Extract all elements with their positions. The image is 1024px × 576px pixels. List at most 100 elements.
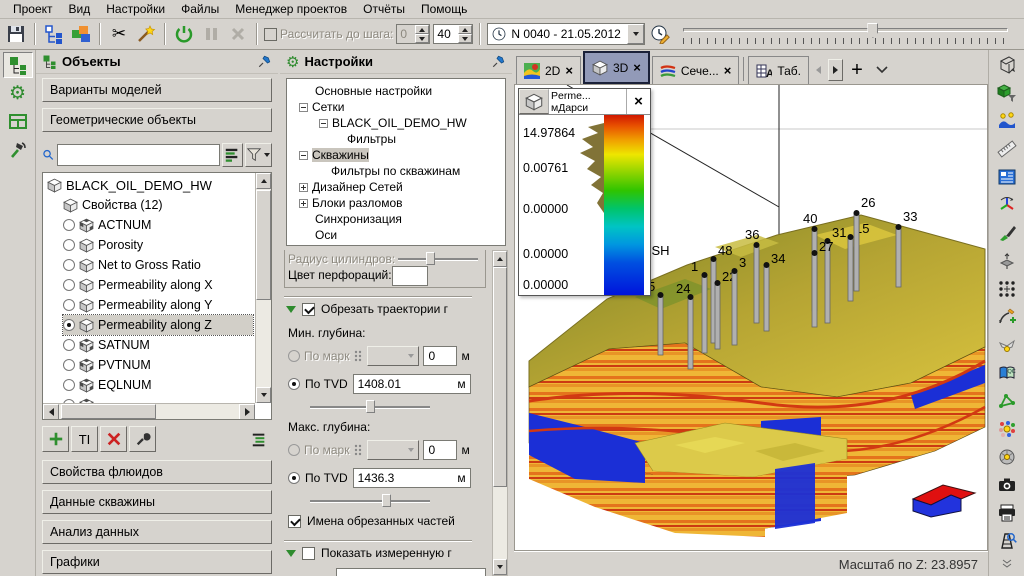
perforation-color-swatch[interactable]: [392, 266, 428, 286]
settings-mode-button[interactable]: ⚙: [3, 80, 33, 106]
polygon-button[interactable]: [992, 388, 1022, 414]
radio-button[interactable]: [63, 279, 75, 291]
print-button[interactable]: [992, 500, 1022, 526]
tree-item-satnum[interactable]: SATNUM: [63, 335, 150, 355]
graphs-button[interactable]: Графики: [42, 550, 272, 574]
settings-item-sync[interactable]: Синхронизация: [287, 211, 505, 227]
viewport-3d[interactable]: 5 24 1 48 22 3 36 34 40 31 27 15 26 33 H…: [514, 84, 988, 551]
fluid-properties-button[interactable]: Свойства флюидов: [42, 460, 272, 484]
pin-icon[interactable]: [257, 54, 272, 69]
calc-to-step-checkbox[interactable]: [264, 28, 277, 41]
settings-item-fault-blocks[interactable]: Блоки разломов: [287, 195, 505, 211]
model-variants-button[interactable]: Варианты моделей: [42, 78, 272, 102]
max-marker-offset-field[interactable]: 0: [423, 440, 457, 460]
max-depth-slider[interactable]: [310, 494, 430, 508]
ruler-button[interactable]: [992, 136, 1022, 162]
legend-toggle-button[interactable]: [992, 164, 1022, 190]
tabs-scroll-left-button[interactable]: [811, 59, 826, 81]
menu-item-view[interactable]: Вид: [62, 1, 98, 17]
section-collapse-icon[interactable]: [286, 550, 296, 557]
settings-item-well-filters[interactable]: Фильтры по скважинам: [287, 163, 505, 179]
tree-item-porosity[interactable]: Porosity: [63, 235, 143, 255]
lighting-button[interactable]: [992, 108, 1022, 134]
menu-item-files[interactable]: Файлы: [174, 1, 226, 17]
data-analysis-button[interactable]: Анализ данных: [42, 520, 272, 544]
objects-mode-button[interactable]: [3, 52, 33, 78]
radio-button[interactable]: [63, 239, 75, 251]
tab-close-icon[interactable]: ×: [633, 60, 641, 75]
tools-mode-button[interactable]: [3, 136, 33, 162]
tab-2d[interactable]: 2D ×: [516, 56, 581, 84]
settings-item-grids[interactable]: Сетки: [287, 99, 505, 115]
grid-filter-button[interactable]: [992, 80, 1022, 106]
add-tab-button[interactable]: +: [845, 59, 869, 81]
well-search-button[interactable]: [992, 528, 1022, 554]
scroll-right-button[interactable]: [239, 404, 255, 420]
radio-button[interactable]: [63, 339, 75, 351]
list-view-button[interactable]: [245, 426, 272, 452]
geometric-objects-button[interactable]: Геометрические объекты: [42, 108, 272, 132]
settings-scrollbar[interactable]: [492, 250, 508, 576]
tree-root-row[interactable]: BLACK_OIL_DEMO_HW: [47, 175, 212, 195]
move-3d-button[interactable]: [992, 248, 1022, 274]
scroll-thumb[interactable]: [61, 404, 156, 419]
tabs-scroll-right-button[interactable]: [828, 59, 843, 81]
tab-table[interactable]: A Таб.: [748, 56, 809, 84]
plugins-button[interactable]: [69, 22, 93, 46]
section-collapse-icon[interactable]: [286, 306, 296, 313]
max-by-tvd-radio[interactable]: [288, 472, 300, 484]
scroll-thumb[interactable]: [256, 190, 271, 300]
wizard-button[interactable]: [134, 22, 158, 46]
slider-thumb[interactable]: [366, 400, 375, 413]
object-settings-button[interactable]: [129, 426, 156, 452]
min-marker-offset-field[interactable]: 0: [423, 346, 457, 366]
scroll-left-button[interactable]: [43, 404, 59, 420]
screenshot-button[interactable]: [992, 472, 1022, 498]
collapse-icon[interactable]: [319, 119, 328, 128]
tab-section[interactable]: Сече... ×: [652, 56, 739, 84]
menu-item-project-manager[interactable]: Менеджер проектов: [228, 1, 354, 17]
pause-button[interactable]: [199, 22, 223, 46]
grid-points-button[interactable]: [992, 276, 1022, 302]
min-by-marker-radio[interactable]: [288, 350, 300, 362]
collapse-icon[interactable]: [299, 103, 308, 112]
tree-item-eqlnum[interactable]: EQLNUM: [63, 375, 151, 395]
step-from-spinner[interactable]: 0: [396, 24, 430, 44]
view-cube-button[interactable]: [992, 52, 1022, 78]
delete-object-button[interactable]: [100, 426, 127, 452]
expand-icon[interactable]: [299, 183, 308, 192]
run-button[interactable]: [172, 22, 196, 46]
markers-button[interactable]: [992, 332, 1022, 358]
save-button[interactable]: [4, 22, 28, 46]
tree-item-pvtnum[interactable]: PVTNUM: [63, 355, 151, 375]
show-measured-checkbox[interactable]: [302, 547, 315, 560]
rotate-view-button[interactable]: [992, 192, 1022, 218]
timestep-combobox[interactable]: N 0040 - 21.05.2012: [487, 23, 645, 45]
menu-item-help[interactable]: Помощь: [414, 1, 474, 17]
min-by-tvd-radio[interactable]: [288, 378, 300, 390]
clip-trajectories-checkbox[interactable]: [302, 303, 315, 316]
more-tools-button[interactable]: [992, 556, 1022, 572]
settings-item-model[interactable]: BLACK_OIL_DEMO_HW: [287, 115, 505, 131]
stop-button[interactable]: [226, 22, 250, 46]
menu-item-project[interactable]: Проект: [6, 1, 60, 17]
search-input[interactable]: [57, 144, 220, 166]
menu-item-settings[interactable]: Настройки: [99, 1, 172, 17]
min-marker-dropdown[interactable]: [367, 346, 419, 366]
tree-item-permz-selected[interactable]: Permeability along Z: [63, 315, 253, 335]
scroll-up-button[interactable]: [493, 251, 507, 267]
well-data-button[interactable]: Данные скважины: [42, 490, 272, 514]
text-tool-button[interactable]: TI: [71, 426, 98, 452]
paint-button[interactable]: [992, 220, 1022, 246]
tree-item-permy[interactable]: Permeability along Y: [63, 295, 212, 315]
scroll-up-button[interactable]: [256, 173, 271, 189]
points-cloud-button[interactable]: [992, 416, 1022, 442]
tree-item-ntg[interactable]: Net to Gross Ratio: [63, 255, 201, 275]
color-legend-panel[interactable]: Perme... мДарси × 14.97864 0.00761 0.000…: [518, 88, 651, 296]
expand-icon[interactable]: [299, 199, 308, 208]
slider-thumb[interactable]: [426, 252, 435, 265]
model-tree-button[interactable]: [42, 22, 66, 46]
settings-item-filters[interactable]: Фильтры: [287, 131, 505, 147]
legend-close-button[interactable]: ×: [626, 89, 650, 114]
settings-item-wells-selected[interactable]: Скважины: [287, 147, 505, 163]
